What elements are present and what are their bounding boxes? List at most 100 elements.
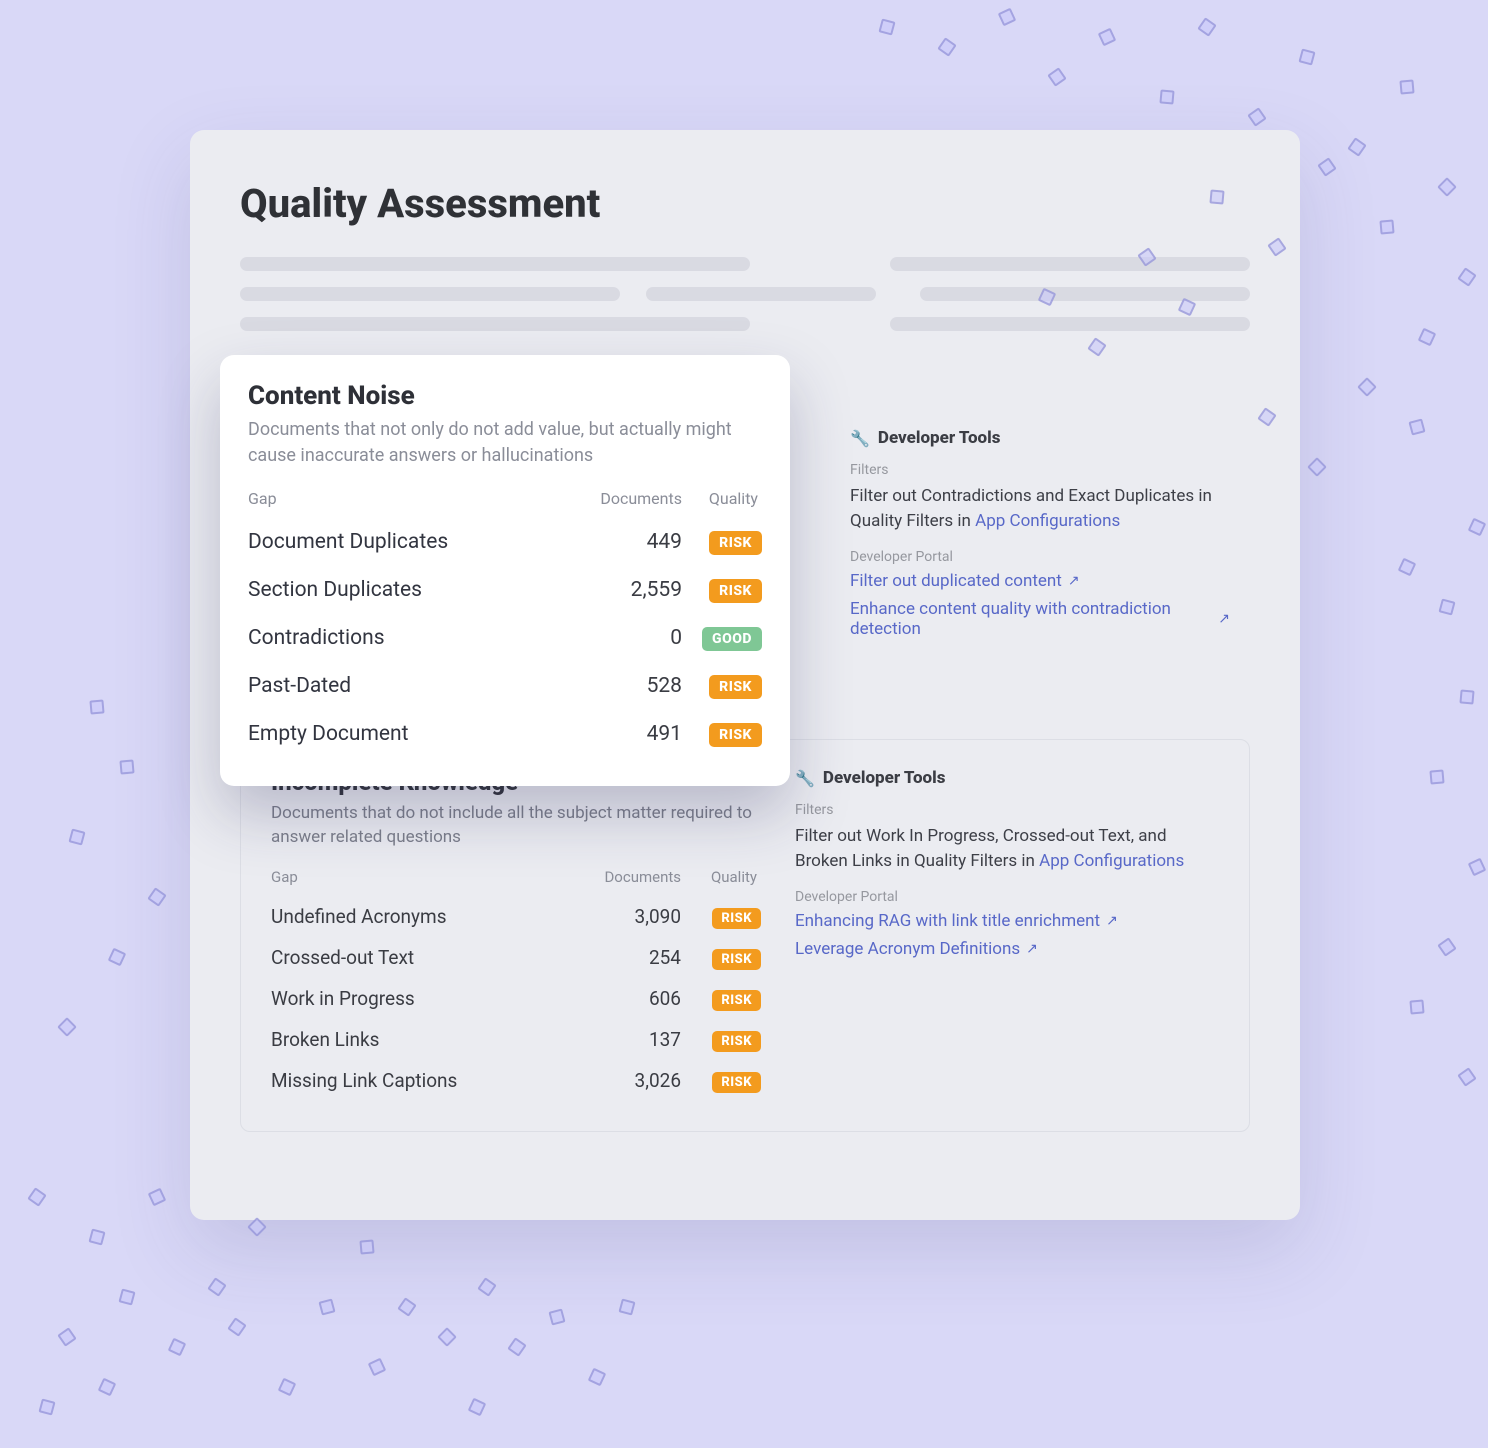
- filters-label: Filters: [850, 462, 1230, 478]
- confetti-icon: [588, 1368, 607, 1387]
- confetti-icon: [1298, 48, 1315, 65]
- developer-portal-link[interactable]: Enhance content quality with contradicti…: [850, 599, 1230, 639]
- table-header: Gap Documents Quality: [248, 489, 762, 508]
- documents-cell: 137: [551, 1028, 681, 1051]
- confetti-icon: [1047, 67, 1066, 86]
- quality-badge: RISK: [709, 675, 762, 699]
- confetti-icon: [89, 699, 104, 714]
- col-documents: Documents: [551, 868, 681, 886]
- confetti-icon: [247, 1217, 267, 1237]
- quality-cell: RISK: [681, 1027, 761, 1052]
- confetti-icon: [878, 18, 895, 35]
- developer-portal-label: Developer Portal: [795, 889, 1219, 905]
- quality-badge: GOOD: [702, 627, 762, 651]
- confetti-icon: [57, 1017, 77, 1037]
- table-row: Document Duplicates449 RISK: [248, 518, 762, 566]
- quality-badge: RISK: [712, 1072, 761, 1093]
- page-title: Quality Assessment: [240, 180, 1250, 227]
- confetti-icon: [437, 1327, 457, 1347]
- confetti-icon: [148, 1188, 167, 1207]
- external-link-icon: ↗: [1068, 573, 1080, 589]
- skeleton-row: [240, 317, 1250, 331]
- confetti-icon: [108, 948, 127, 967]
- quality-cell: RISK: [682, 577, 762, 603]
- confetti-icon: [1209, 189, 1224, 204]
- confetti-icon: [468, 1398, 487, 1417]
- skeleton-row: [240, 287, 1250, 301]
- gap-cell: Contradictions: [248, 626, 552, 650]
- col-quality: Quality: [681, 868, 761, 886]
- confetti-icon: [1437, 177, 1457, 197]
- confetti-icon: [1159, 89, 1174, 104]
- documents-cell: 449: [552, 530, 682, 554]
- quality-cell: RISK: [682, 673, 762, 699]
- confetti-icon: [477, 1277, 496, 1296]
- quality-badge: RISK: [712, 1031, 761, 1052]
- confetti-icon: [57, 1327, 76, 1346]
- confetti-icon: [278, 1378, 297, 1397]
- confetti-icon: [1438, 598, 1455, 615]
- col-gap: Gap: [271, 868, 551, 886]
- quality-cell: RISK: [681, 1068, 761, 1093]
- developer-portal-link[interactable]: Filter out duplicated content↗: [850, 571, 1080, 591]
- gap-cell: Missing Link Captions: [271, 1069, 551, 1092]
- quality-cell: RISK: [682, 529, 762, 555]
- confetti-icon: [118, 1288, 135, 1305]
- developer-tools-label: Developer Tools: [878, 428, 1001, 448]
- documents-cell: 606: [551, 987, 681, 1010]
- confetti-icon: [507, 1337, 526, 1356]
- filters-label: Filters: [795, 802, 1219, 818]
- developer-portal-label: Developer Portal: [850, 549, 1230, 565]
- developer-tools-heading: 🔧 Developer Tools: [850, 428, 1230, 448]
- confetti-icon: [368, 1358, 387, 1377]
- table-row: Work in Progress606RISK: [271, 978, 761, 1019]
- confetti-icon: [397, 1297, 416, 1316]
- gap-cell: Document Duplicates: [248, 530, 552, 554]
- confetti-icon: [937, 37, 956, 56]
- confetti-icon: [1437, 937, 1456, 956]
- documents-cell: 528: [552, 674, 682, 698]
- gap-cell: Broken Links: [271, 1028, 551, 1051]
- confetti-icon: [98, 1378, 117, 1397]
- confetti-icon: [227, 1317, 246, 1336]
- documents-cell: 3,090: [551, 905, 681, 928]
- confetti-icon: [1409, 999, 1424, 1014]
- table-row: Missing Link Captions3,026RISK: [271, 1060, 761, 1101]
- quality-badge: RISK: [712, 949, 761, 970]
- filters-text: Filter out Work In Progress, Crossed-out…: [795, 824, 1219, 873]
- table-row: Broken Links137 RISK: [271, 1019, 761, 1060]
- external-link-icon: ↗: [1026, 941, 1038, 957]
- documents-cell: 254: [551, 946, 681, 969]
- developer-portal-link[interactable]: Leverage Acronym Definitions↗: [795, 939, 1038, 959]
- table-row: Section Duplicates2,559RISK: [248, 566, 762, 614]
- confetti-icon: [618, 1298, 635, 1315]
- section-subtitle: Documents that do not include all the su…: [271, 802, 761, 850]
- table-row: Empty Document491RISK: [248, 710, 762, 758]
- app-configurations-link[interactable]: App Configurations: [1039, 851, 1184, 871]
- confetti-icon: [1317, 157, 1336, 176]
- documents-cell: 491: [552, 722, 682, 746]
- confetti-icon: [1457, 267, 1476, 286]
- quality-badge: RISK: [712, 990, 761, 1011]
- quality-badge: RISK: [709, 531, 762, 555]
- external-link-icon: ↗: [1106, 913, 1118, 929]
- gap-cell: Empty Document: [248, 722, 552, 746]
- wrench-icon: 🔧: [850, 429, 870, 448]
- table-row: Contradictions0GOOD: [248, 614, 762, 662]
- developer-tools-label: Developer Tools: [823, 768, 946, 788]
- confetti-icon: [68, 828, 85, 845]
- confetti-icon: [147, 887, 166, 906]
- gap-cell: Undefined Acronyms: [271, 905, 551, 928]
- table-row: Undefined Acronyms3,090RISK: [271, 896, 761, 937]
- app-configurations-link[interactable]: App Configurations: [975, 511, 1120, 531]
- confetti-icon: [1457, 1067, 1476, 1086]
- col-gap: Gap: [248, 489, 552, 508]
- confetti-icon: [548, 1308, 565, 1325]
- quality-cell: RISK: [681, 986, 761, 1011]
- confetti-icon: [318, 1298, 335, 1315]
- confetti-icon: [1459, 689, 1474, 704]
- confetti-icon: [27, 1187, 46, 1206]
- confetti-icon: [998, 8, 1017, 27]
- developer-portal-link[interactable]: Enhancing RAG with link title enrichment…: [795, 911, 1118, 931]
- external-link-icon: ↗: [1218, 611, 1230, 627]
